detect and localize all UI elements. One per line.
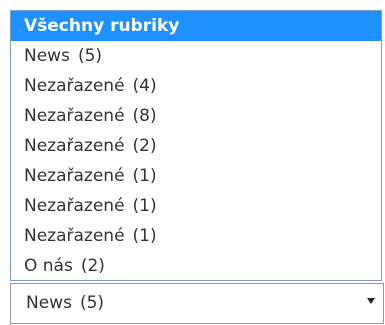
option-all-categories[interactable]: Všechny rubriky [11,11,381,41]
option-label: Všechny rubriky [24,16,180,36]
option-nezarazene[interactable]: Nezařazené (4) [11,71,381,101]
option-count: (2) [132,136,157,156]
option-count: (1) [132,196,157,216]
option-nezarazene[interactable]: Nezařazené (1) [11,191,381,221]
category-dropdown-list: Všechny rubriky News (5) Nezařazené (4) Ne… [10,10,382,281]
option-label: Nezařazené [24,196,125,216]
option-label: Nezařazené [24,76,125,96]
option-count: (8) [132,106,157,126]
triangle-down-icon[interactable] [367,298,375,304]
option-count: (4) [132,76,157,96]
option-nezarazene[interactable]: Nezařazené (2) [11,131,381,161]
option-o-nas[interactable]: O nás (2) [11,251,381,281]
option-label: Nezařazené [24,166,125,186]
option-label: O nás [24,256,73,276]
option-count: (1) [132,166,157,186]
category-select-widget: Všechny rubriky News (5) Nezařazené (4) Ne… [10,10,384,324]
option-nezarazene[interactable]: Nezařazené (1) [11,221,381,251]
selected-label: News [26,293,72,313]
option-news[interactable]: News (5) [11,41,381,71]
option-count: (1) [132,226,157,246]
option-count: (5) [77,46,103,66]
option-label: Nezařazené [24,106,125,126]
category-select[interactable]: News (5) [10,283,384,324]
option-label: News [24,46,70,66]
option-count: (2) [80,256,105,276]
option-label: Nezařazené [24,226,125,246]
option-nezarazene[interactable]: Nezařazené (8) [11,101,381,131]
selected-count: (5) [79,293,105,313]
option-nezarazene[interactable]: Nezařazené (1) [11,161,381,191]
option-label: Nezařazené [24,136,125,156]
selected-value: News (5) [26,293,104,313]
